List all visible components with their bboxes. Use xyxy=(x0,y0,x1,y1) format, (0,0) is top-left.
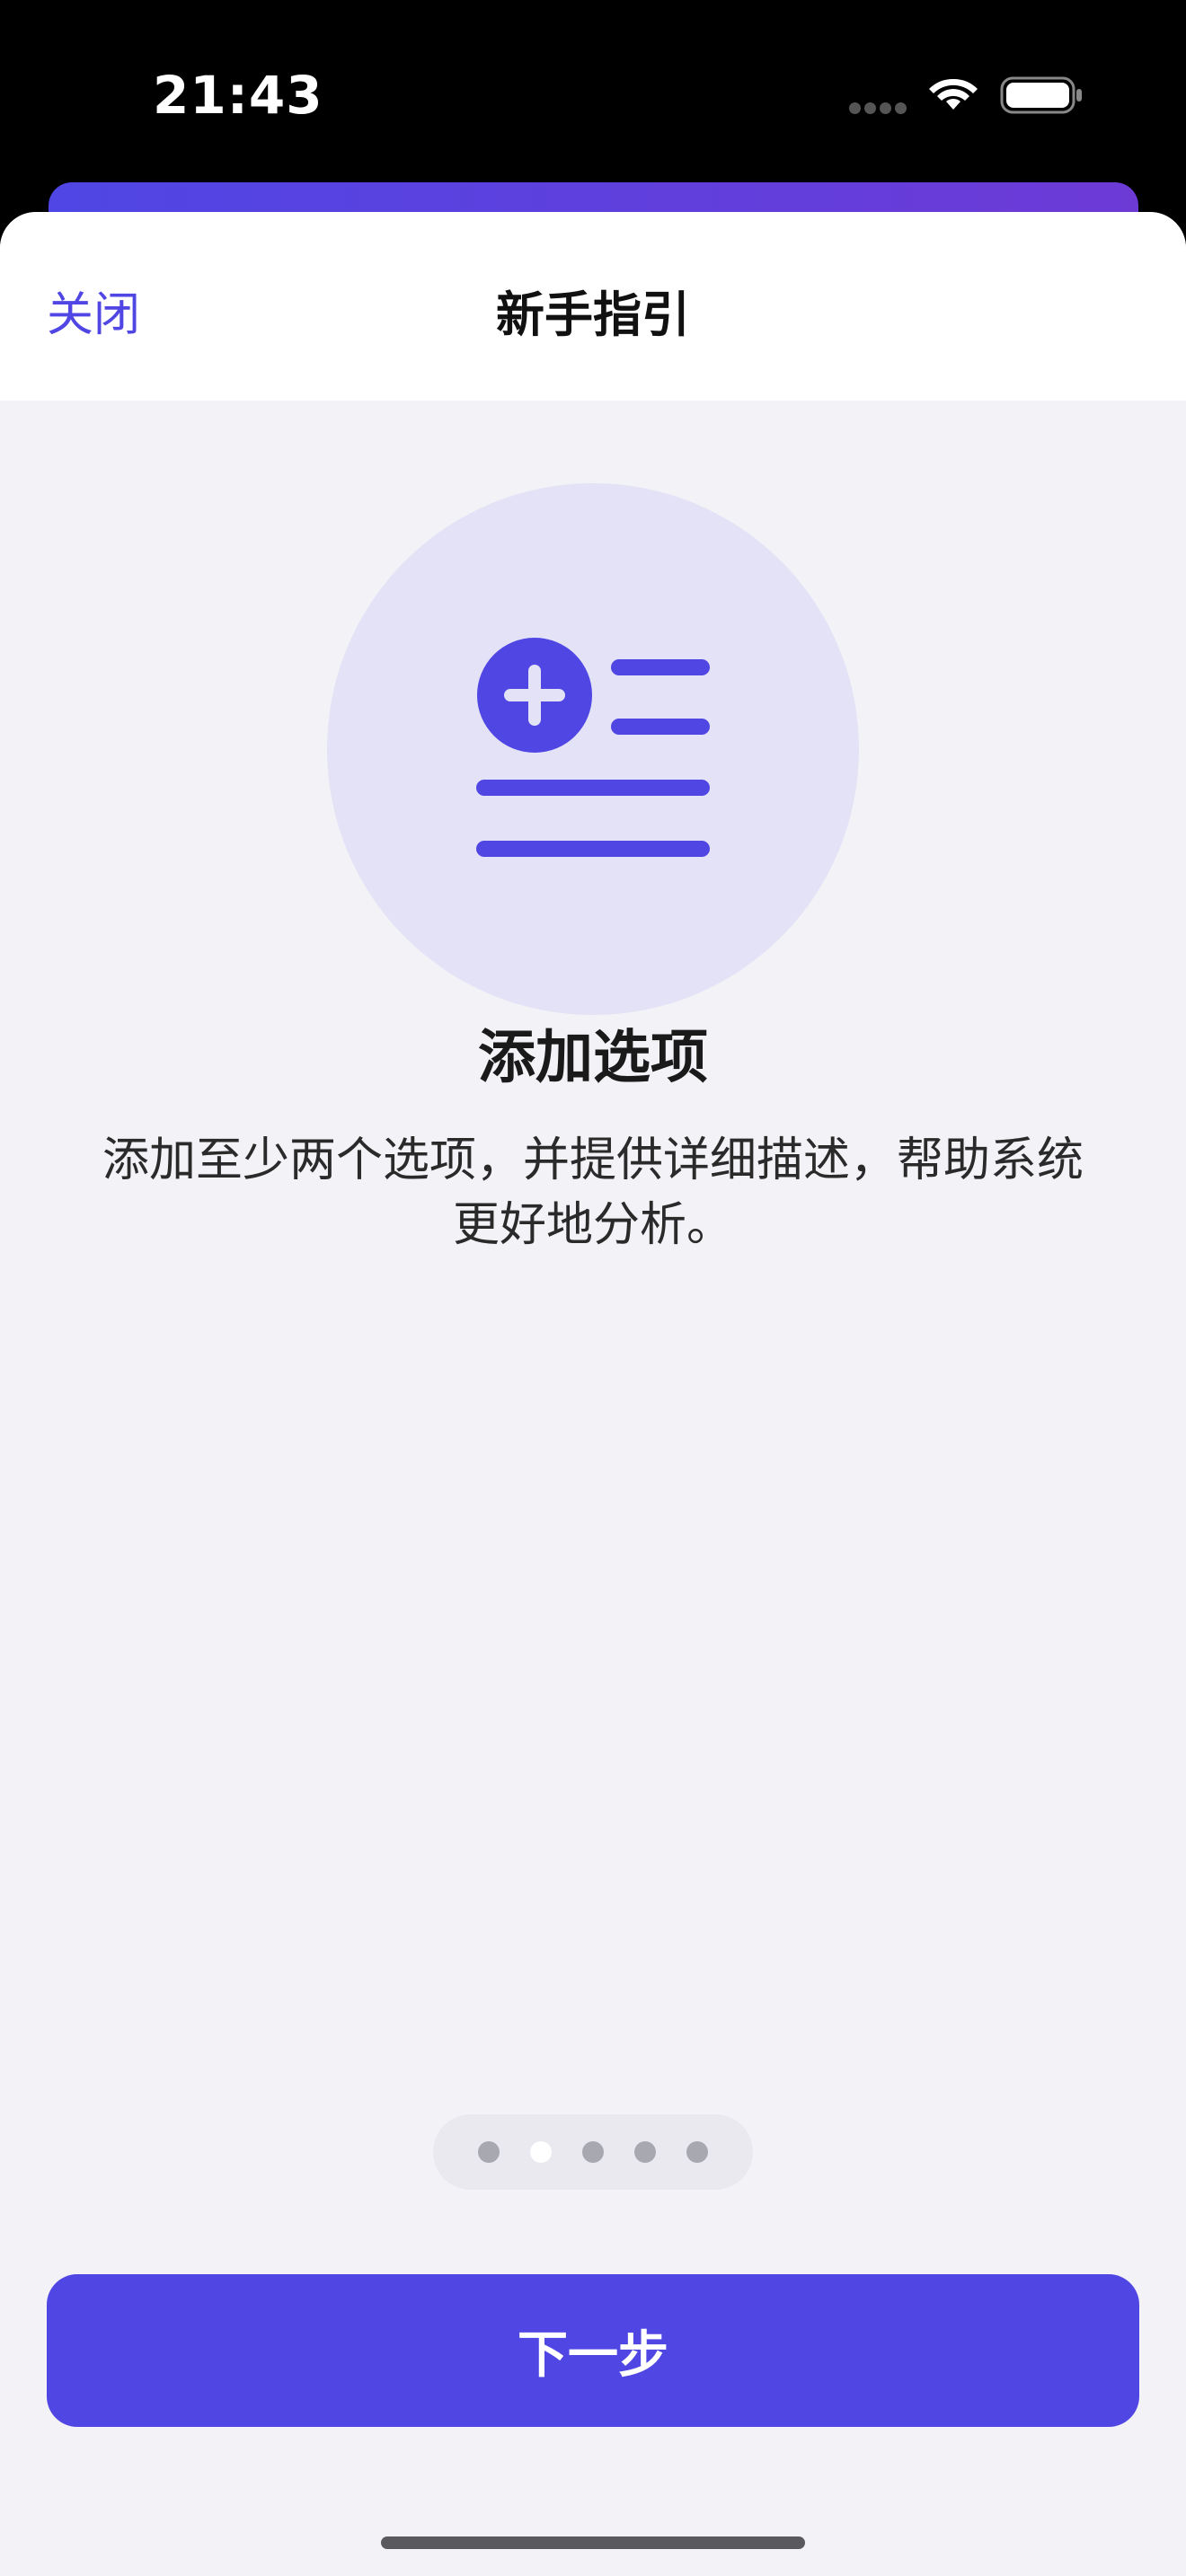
add-list-icon xyxy=(476,638,710,857)
step-description: 添加至少两个选项，并提供详细描述，帮助系统更好地分析。 xyxy=(102,1134,1084,1252)
page-dot-2[interactable] xyxy=(530,2141,552,2163)
page-dot-1[interactable] xyxy=(478,2141,500,2163)
app-screen: 21:43 关闭 新手指引 添加选项 添加至少两个选项，并提供详细描述，帮助系统… xyxy=(0,0,1186,2576)
home-indicator xyxy=(381,2536,805,2549)
page-dot-5[interactable] xyxy=(686,2141,708,2163)
wifi-icon xyxy=(929,78,978,110)
nav-title: 新手指引 xyxy=(496,287,690,343)
onboarding-sheet: 关闭 新手指引 添加选项 添加至少两个选项，并提供详细描述，帮助系统更好地分析。… xyxy=(0,212,1186,2576)
status-time: 21:43 xyxy=(153,65,323,126)
next-step-button[interactable]: 下一步 xyxy=(47,2274,1139,2427)
navigation-bar: 关闭 新手指引 xyxy=(0,212,1186,401)
battery-icon xyxy=(1000,76,1082,114)
page-dot-4[interactable] xyxy=(634,2141,656,2163)
page-dot-3[interactable] xyxy=(582,2141,604,2163)
signal-dots-icon xyxy=(849,102,908,115)
status-bar: 21:43 xyxy=(0,0,1186,189)
step-title: 添加选项 xyxy=(478,1025,708,1091)
page-indicator[interactable] xyxy=(433,2114,753,2190)
